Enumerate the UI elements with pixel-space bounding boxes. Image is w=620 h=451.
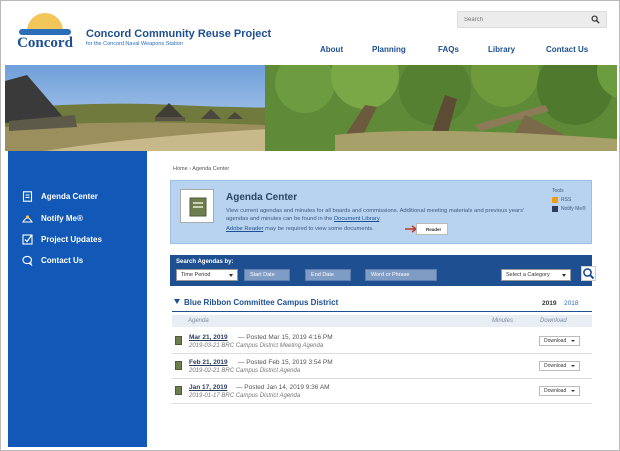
- notify-icon: [22, 214, 33, 223]
- search-bar-label: Search Agendas by:: [176, 259, 234, 265]
- column-header-download: Download: [540, 318, 567, 324]
- end-date-input[interactable]: End Date: [305, 269, 351, 281]
- search-icon: [583, 268, 595, 280]
- sidebar-item-project-updates[interactable]: Project Updates: [22, 232, 102, 246]
- table-row: Jan 17, 2019 — Posted Jan 14, 2019 9:36 …: [172, 380, 592, 404]
- committee-section-toggle[interactable]: Blue Ribbon Committee Campus District: [174, 298, 338, 307]
- adobe-reader-link[interactable]: Adobe Reader: [226, 226, 263, 232]
- category-select[interactable]: Select a Category: [501, 269, 571, 281]
- table-row: Mar 21, 2019 — Posted Mar 15, 2019 4:16 …: [172, 330, 592, 354]
- reader-note: Adobe Reader may be required to view som…: [226, 226, 374, 232]
- agenda-table-header: Agenda Minutes Download: [172, 315, 592, 327]
- section-divider: [172, 311, 592, 312]
- agenda-date-link[interactable]: Jan 17, 2019: [189, 384, 227, 391]
- document-library-link[interactable]: Document Library: [334, 216, 379, 222]
- document-icon: [175, 361, 182, 370]
- year-tab-2018[interactable]: 2018: [564, 300, 578, 307]
- chevron-down-icon: [571, 340, 575, 342]
- page-frame: Concord Concord Community Reuse Project …: [0, 0, 620, 451]
- sidebar: Agenda Center Notify Me® Project Updates…: [8, 151, 147, 447]
- sidebar-item-contact-us[interactable]: Contact Us: [22, 253, 83, 267]
- agenda-title: 2019-01-17 BRC Campus District Agenda: [189, 393, 301, 399]
- notify-me-link[interactable]: Notify Me®: [552, 206, 586, 212]
- posted-date: — Posted Mar 15, 2019 4:16 PM: [238, 334, 333, 341]
- page-title: Agenda Center: [226, 192, 298, 203]
- agenda-folder-icon: [180, 189, 214, 223]
- page-description: View current agendas and minutes for all…: [226, 208, 525, 222]
- chevron-down-icon: [229, 274, 233, 277]
- chevron-down-icon: [562, 274, 566, 277]
- agenda-date-link[interactable]: Feb 21, 2019: [189, 359, 228, 366]
- table-row: Feb 21, 2019 — Posted Feb 15, 2019 3:54 …: [172, 355, 592, 379]
- download-dropdown[interactable]: Download: [539, 361, 580, 371]
- chevron-down-icon: [571, 365, 575, 367]
- download-dropdown[interactable]: Download: [539, 386, 580, 396]
- time-period-select[interactable]: Time Period: [176, 269, 238, 281]
- site-header: Concord Concord Community Reuse Project …: [1, 1, 619, 65]
- nav-library[interactable]: Library: [488, 45, 515, 57]
- year-tab-2019[interactable]: 2019: [542, 300, 556, 307]
- agenda-icon: [22, 190, 33, 202]
- posted-date: — Posted Feb 15, 2019 3:54 PM: [238, 359, 333, 366]
- sidebar-item-label: Notify Me®: [41, 213, 83, 223]
- rss-link[interactable]: RSS: [552, 197, 571, 203]
- agenda-center-card: Agenda Center View current agendas and m…: [170, 180, 592, 244]
- search-submit-button[interactable]: [581, 266, 596, 281]
- agenda-title: 2019-02-21 BRC Campus District Agenda: [189, 368, 301, 374]
- agenda-search-bar: Search Agendas by: Time Period Start Dat…: [170, 255, 596, 286]
- posted-date: — Posted Jan 14, 2019 9:36 AM: [236, 384, 330, 391]
- nav-planning[interactable]: Planning: [372, 45, 406, 57]
- column-header-minutes: Minutes: [492, 318, 514, 324]
- hero-banner: [5, 65, 617, 151]
- hero-landscape-image: [5, 65, 617, 151]
- start-date-input[interactable]: Start Date: [244, 269, 290, 281]
- nav-about[interactable]: About: [320, 45, 343, 57]
- notify-icon: [552, 206, 558, 212]
- site-title[interactable]: Concord Community Reuse Project: [86, 28, 271, 40]
- checklist-icon: [22, 233, 33, 245]
- sidebar-item-agenda-center[interactable]: Agenda Center: [22, 189, 98, 203]
- chat-icon: [22, 255, 33, 266]
- download-dropdown[interactable]: Download: [539, 336, 580, 346]
- agenda-title: 2019-03-21 BRC Campus District Meeting A…: [189, 343, 324, 349]
- logo-wordmark: Concord: [17, 35, 73, 51]
- sidebar-item-notify-me[interactable]: Notify Me®: [22, 211, 83, 225]
- site-subtitle: for the Concord Naval Weapons Station: [86, 41, 183, 47]
- word-phrase-input[interactable]: Word or Phrase: [365, 269, 437, 281]
- triangle-down-icon: [174, 299, 180, 304]
- sidebar-item-label: Project Updates: [41, 234, 102, 244]
- sidebar-item-label: Contact Us: [41, 255, 84, 265]
- chevron-down-icon: [571, 390, 575, 392]
- breadcrumb[interactable]: Home › Agenda Center: [173, 166, 229, 172]
- nav-contact-us[interactable]: Contact Us: [546, 45, 588, 57]
- agenda-date-link[interactable]: Mar 21, 2019: [189, 334, 228, 341]
- main-content: Home › Agenda Center Agenda Center View …: [160, 151, 608, 447]
- document-icon: [175, 386, 182, 395]
- tools-label: Tools: [552, 188, 564, 194]
- rss-icon: [552, 197, 558, 203]
- nav-faqs[interactable]: FAQs: [438, 45, 459, 57]
- document-icon: [175, 336, 182, 345]
- sidebar-item-label: Agenda Center: [41, 191, 98, 201]
- concord-logo[interactable]: Concord: [13, 13, 77, 53]
- column-header-agenda: Agenda: [188, 318, 209, 324]
- search-icon[interactable]: [591, 15, 600, 24]
- site-search: [457, 11, 607, 28]
- get-adobe-reader-button[interactable]: Reader: [416, 223, 448, 235]
- search-input[interactable]: [464, 14, 582, 25]
